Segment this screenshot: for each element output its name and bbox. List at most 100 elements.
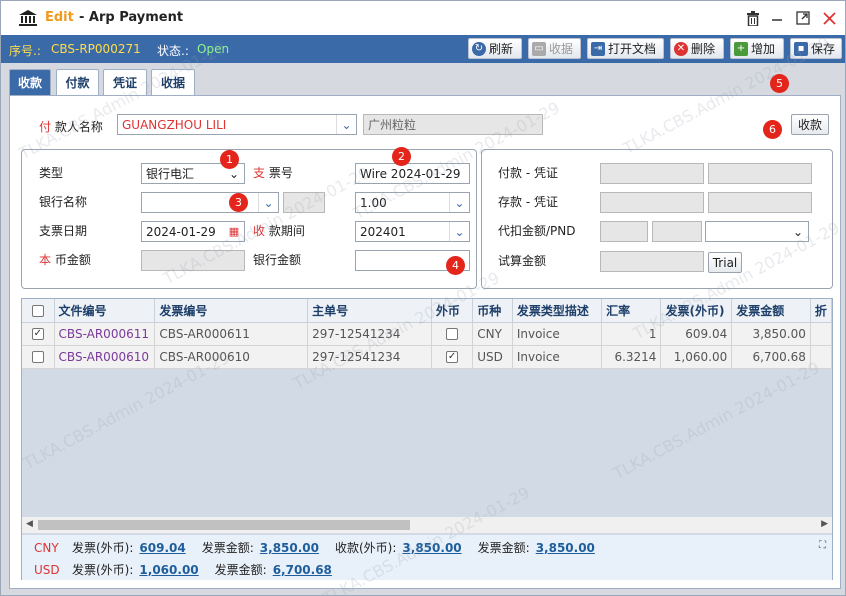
deposit-voucher-label: 存款 - 凭证 xyxy=(498,195,558,209)
col-header-currency[interactable]: 币种 xyxy=(472,299,513,323)
collect-label: 收据 xyxy=(549,42,574,56)
exchange-rate-select[interactable]: 1.00 ⌄ xyxy=(355,192,470,213)
col-header-invoice-fx[interactable]: 发票(外币) xyxy=(660,299,733,323)
chevron-down-icon[interactable]: ⌄ xyxy=(258,193,278,212)
row-checkbox-mark: ✓ xyxy=(31,328,44,340)
check-number-label: 支 票号 xyxy=(253,164,293,181)
open-document-button[interactable]: ⇥ 打开文档 xyxy=(587,38,664,59)
bank-name-select[interactable]: ⌄ xyxy=(141,192,279,213)
status-label: 状态.: xyxy=(157,44,189,58)
window-mode: Edit xyxy=(45,10,74,25)
save-label: 保存 xyxy=(811,42,836,56)
calendar-icon[interactable]: ▦ xyxy=(224,222,244,241)
col-header-invoice-amount[interactable]: 发票金额 xyxy=(731,299,811,323)
exchange-rate-value: 1.00 xyxy=(360,195,387,210)
withholding-select[interactable]: ⌄ xyxy=(705,221,809,242)
col-header-foreign[interactable]: 外币 xyxy=(431,299,474,323)
payer-alias-value: 广州粒粒 xyxy=(368,118,417,132)
chevron-down-icon[interactable]: ⌄ xyxy=(449,222,469,241)
period-select[interactable]: 202401 ⌄ xyxy=(355,221,470,242)
totals-row-usd: USD 发票(外币): 1,060.00 发票金额: 6,700.68 xyxy=(34,561,342,578)
chevron-down-icon[interactable]: ⌄ xyxy=(788,222,808,241)
horizontal-scrollbar[interactable]: ◀ ▶ xyxy=(22,517,832,533)
chevron-down-icon[interactable]: ⌄ xyxy=(336,115,356,134)
scroll-left-icon[interactable]: ◀ xyxy=(26,519,33,529)
tab-voucher[interactable]: 凭证 xyxy=(103,69,147,95)
foreign-checkbox[interactable]: ✓ xyxy=(431,345,474,369)
foreign-checkbox-mark xyxy=(446,328,459,340)
close-icon[interactable] xyxy=(821,10,837,26)
deposit-voucher-field-2 xyxy=(708,192,812,213)
row-checkbox[interactable] xyxy=(22,345,55,369)
deposit-voucher-field-1 xyxy=(600,192,704,213)
minimize-icon[interactable] xyxy=(769,10,785,26)
trial-button[interactable]: Trial xyxy=(708,252,742,273)
col-header-discount[interactable]: 折 xyxy=(810,299,833,323)
totals-value-link[interactable]: 3,850.00 xyxy=(536,541,595,555)
totals-value-link[interactable]: 1,060.00 xyxy=(139,563,198,577)
badge-2: 2 xyxy=(392,147,411,166)
tab-collect[interactable]: 收款 xyxy=(9,69,51,95)
delete-label: 删除 xyxy=(691,42,716,56)
scroll-right-icon[interactable]: ▶ xyxy=(821,519,828,529)
totals-currency: USD xyxy=(34,562,60,577)
tab-receipt[interactable]: 收据 xyxy=(151,69,195,95)
discount-cell xyxy=(810,322,833,346)
bank-amount-label: 银行金额 xyxy=(253,253,302,267)
save-button[interactable]: ▪ 保存 xyxy=(790,38,842,59)
col-header-invoice-type[interactable]: 发票类型描述 xyxy=(512,299,603,323)
delete-button[interactable]: ✕ 删除 xyxy=(670,38,724,59)
check-date-input[interactable]: 2024-01-29 ▦ xyxy=(141,221,245,242)
totals-value-link[interactable]: 3,850.00 xyxy=(402,541,461,555)
local-amount-label: 本 币金额 xyxy=(39,251,91,268)
totals-value-link[interactable]: 6,700.68 xyxy=(273,563,332,577)
table-row[interactable]: ✓ CBS-AR000611 CBS-AR000611 297-12541234… xyxy=(22,322,833,346)
col-header-doc-number[interactable]: 文件编号 xyxy=(54,299,156,323)
check-number-label-prefix: 支 xyxy=(253,166,266,180)
doc-number-link[interactable]: CBS-AR000611 xyxy=(54,322,156,346)
col-header-invoice-number[interactable]: 发票编号 xyxy=(154,299,309,323)
discount-cell xyxy=(810,345,833,369)
invoice-amount-cell: 6,700.68 xyxy=(731,345,811,369)
bank-code-field xyxy=(283,192,325,213)
fit-columns-icon[interactable]: ⛶ xyxy=(819,540,826,551)
pay-voucher-field-1 xyxy=(600,163,704,184)
tab-payment[interactable]: 付款 xyxy=(56,69,99,95)
serial-value: CBS-RP000271 xyxy=(51,42,141,56)
period-value: 202401 xyxy=(360,224,406,239)
col-header-master-number[interactable]: 主单号 xyxy=(307,299,432,323)
collect-button[interactable]: ▭ 收据 xyxy=(528,38,581,59)
trash-icon[interactable] xyxy=(745,10,761,26)
master-number-cell: 297-12541234 xyxy=(307,345,432,369)
totals-label: 发票金额: xyxy=(477,541,530,555)
maximize-icon[interactable] xyxy=(795,10,811,26)
foreign-checkbox[interactable] xyxy=(431,322,474,346)
scrollbar-thumb[interactable] xyxy=(38,520,410,530)
check-number-value: Wire 2024-01-29 xyxy=(360,166,461,181)
collect-action-button[interactable]: 收款 xyxy=(791,114,829,135)
payer-label-prefix: 付 xyxy=(39,120,52,134)
chevron-down-icon[interactable]: ⌄ xyxy=(449,193,469,212)
invoice-fx-cell: 1,060.00 xyxy=(660,345,733,369)
row-checkbox[interactable]: ✓ xyxy=(22,322,55,346)
check-number-input[interactable]: Wire 2024-01-29 xyxy=(355,163,470,184)
period-label-prefix: 收 xyxy=(253,224,266,238)
totals-value-link[interactable]: 609.04 xyxy=(139,541,185,555)
refresh-button[interactable]: ↻ 刷新 xyxy=(468,38,522,59)
table-header-row: 文件编号 发票编号 主单号 外币 币种 发票类型描述 汇率 发票(外币) 发票金… xyxy=(22,299,833,323)
col-header-rate[interactable]: 汇率 xyxy=(601,299,662,323)
local-amount-label-text: 币金额 xyxy=(54,253,91,267)
printer-icon: ▭ xyxy=(532,41,546,56)
badge-3: 3 xyxy=(229,193,248,212)
table-row[interactable]: CBS-AR000610 CBS-AR000610 297-12541234 ✓… xyxy=(22,345,833,369)
open-document-icon: ⇥ xyxy=(591,41,605,56)
add-button[interactable]: + 增加 xyxy=(730,38,784,59)
invoice-table: 文件编号 发票编号 主单号 外币 币种 发票类型描述 汇率 发票(外币) 发票金… xyxy=(22,299,833,369)
invoice-fx-cell: 609.04 xyxy=(660,322,733,346)
add-label: 增加 xyxy=(751,42,776,56)
select-all-checkbox[interactable] xyxy=(22,299,55,323)
doc-number-link[interactable]: CBS-AR000610 xyxy=(54,345,156,369)
payer-name-value: GUANGZHOU LILI xyxy=(122,117,227,132)
totals-value-link[interactable]: 3,850.00 xyxy=(260,541,319,555)
payer-name-select[interactable]: GUANGZHOU LILI ⌄ xyxy=(117,114,357,135)
